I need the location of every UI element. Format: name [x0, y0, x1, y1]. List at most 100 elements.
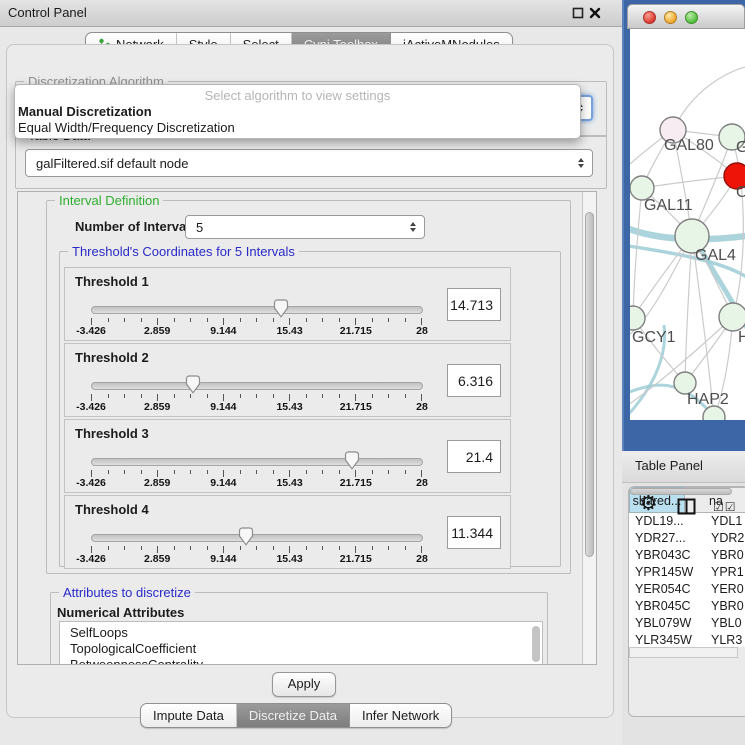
checkbox-filter-icon[interactable]: ☑☑ — [713, 500, 737, 514]
tab-discretize-data[interactable]: Discretize Data — [236, 704, 349, 727]
table-data-combobox-value: galFiltered.sif default node — [36, 156, 188, 171]
table-row[interactable]: YPR145WYPR1 — [629, 564, 745, 581]
tick-mark — [190, 546, 191, 550]
table-row[interactable]: YBR043CYBR0 — [629, 547, 745, 564]
cell-name[interactable]: YER0 — [705, 581, 744, 598]
minimize-traffic-light-icon[interactable] — [664, 11, 677, 24]
tick-mark — [421, 546, 422, 553]
threshold-slider-handle[interactable] — [273, 299, 289, 318]
threshold-panel: Threshold 1 -3.4262.8599.14415.4321.7152… — [64, 267, 511, 341]
table-horizontal-scrollbar[interactable] — [629, 647, 738, 658]
threshold-slider-track[interactable] — [91, 306, 423, 314]
threshold-slider-track[interactable] — [91, 458, 423, 466]
cell-name[interactable]: YPR1 — [705, 564, 744, 581]
cell-shared-name[interactable]: YER054C — [629, 581, 705, 598]
column-layout-icon[interactable] — [677, 498, 696, 515]
cell-shared-name[interactable]: YPR145W — [629, 564, 705, 581]
threshold-value-field[interactable]: 21.4 — [447, 440, 501, 473]
threshold-slider-handle[interactable] — [344, 451, 360, 470]
attribute-list-item[interactable]: SelfLoops — [60, 622, 542, 641]
cell-shared-name[interactable]: YBL079W — [629, 615, 705, 632]
threshold-slider-track[interactable] — [91, 382, 423, 390]
tab-label: Infer Network — [362, 708, 439, 723]
tick-mark — [190, 470, 191, 474]
cell-name[interactable]: YLR3 — [705, 632, 742, 647]
table-row[interactable]: YLR345WYLR3 — [629, 632, 745, 647]
tick-label: -3.426 — [76, 401, 106, 413]
table-panel-titlebar: Table Panel — [622, 451, 745, 483]
network-node-label: C — [736, 184, 745, 201]
settings-scrollbar-thumb[interactable] — [585, 212, 594, 557]
tick-mark — [207, 470, 208, 474]
tick-label: 28 — [416, 401, 428, 413]
tick-label: 9.144 — [210, 477, 236, 489]
tick-label: -3.426 — [76, 477, 106, 489]
cell-name[interactable]: YBR0 — [705, 598, 744, 615]
tick-mark — [108, 470, 109, 474]
attribute-list-item[interactable]: TopologicalCoefficient — [60, 641, 542, 657]
tick-mark — [174, 394, 175, 398]
table-data-combobox[interactable]: galFiltered.sif default node — [25, 149, 593, 177]
cell-shared-name[interactable]: YLR345W — [629, 632, 705, 647]
tick-mark — [174, 546, 175, 550]
float-window-icon[interactable] — [572, 7, 584, 19]
tab-impute-data[interactable]: Impute Data — [141, 704, 236, 727]
network-edge[interactable] — [642, 176, 737, 188]
tick-mark — [223, 318, 224, 325]
tick-mark — [141, 394, 142, 398]
tick-label: -3.426 — [76, 325, 106, 337]
cell-name[interactable]: YBR0 — [705, 547, 744, 564]
gear-icon[interactable]: ⚙ — [639, 493, 658, 515]
zoom-traffic-light-icon[interactable] — [685, 11, 698, 24]
network-edge[interactable] — [673, 65, 745, 130]
table-row[interactable]: YBR045CYBR0 — [629, 598, 745, 615]
tab-infer-network[interactable]: Infer Network — [349, 704, 451, 727]
tick-mark — [405, 394, 406, 398]
algorithm-option-equal-width-frequency[interactable]: Equal Width/Frequency Discretization — [18, 120, 235, 135]
threshold-slider-handle[interactable] — [238, 527, 254, 546]
cell-shared-name[interactable]: YDR27... — [629, 530, 705, 547]
threshold-slider-tick-labels: -3.4262.8599.14415.4321.71528 — [91, 477, 422, 489]
tick-mark — [174, 470, 175, 474]
tick-mark — [355, 394, 356, 401]
table-row[interactable]: YDL19...YDL1 — [629, 513, 745, 530]
cell-name[interactable]: YBL0 — [705, 615, 742, 632]
thresholds-group: Threshold's Coordinates for 5 Intervals … — [59, 251, 561, 567]
tick-mark — [372, 318, 373, 322]
table-row[interactable]: YDR27...YDR2 — [629, 530, 745, 547]
network-node-h[interactable] — [719, 303, 745, 331]
cell-name[interactable]: YDL1 — [705, 513, 742, 530]
cell-shared-name[interactable]: YBR043C — [629, 547, 705, 564]
combo-arrows-icon — [410, 222, 416, 232]
cell-shared-name[interactable]: YBR045C — [629, 598, 705, 615]
algorithm-option-manual-discretization[interactable]: Manual Discretization — [18, 104, 152, 119]
network-node-gcy1[interactable] — [630, 306, 645, 330]
threshold-value-field[interactable]: 11.344 — [447, 516, 501, 549]
tick-mark — [273, 546, 274, 550]
network-canvas[interactable]: GAL80GACGAL11GAL4GCY1HHAP2 — [630, 29, 745, 420]
table-row[interactable]: YBL079WYBL0 — [629, 615, 745, 632]
threshold-value-field[interactable]: 14.713 — [447, 288, 501, 321]
table-row[interactable]: YER054CYER0 — [629, 581, 745, 598]
threshold-value-field[interactable]: 6.316 — [447, 364, 501, 397]
tick-mark — [91, 470, 92, 477]
threshold-slider-track[interactable] — [91, 534, 423, 542]
attributes-list-scrollbar[interactable] — [532, 626, 540, 662]
close-icon[interactable] — [589, 7, 601, 19]
threshold-slider-handle[interactable] — [185, 375, 201, 394]
network-edge[interactable] — [633, 188, 642, 318]
tick-label: 2.859 — [144, 401, 170, 413]
settings-scrollbar[interactable] — [582, 192, 596, 664]
bottom-tab-bar: Impute Data Discretize Data Infer Network — [140, 703, 452, 728]
attribute-list-item[interactable]: BetweennessCentrality — [60, 657, 542, 665]
number-of-intervals-combobox[interactable]: 5 — [185, 215, 425, 239]
close-traffic-light-icon[interactable] — [643, 11, 656, 24]
tab-label: Discretize Data — [249, 708, 337, 723]
cell-shared-name[interactable]: YDL19... — [629, 513, 705, 530]
tick-mark — [405, 546, 406, 550]
numerical-attributes-list[interactable]: SelfLoopsTopologicalCoefficientBetweenne… — [59, 621, 543, 665]
apply-button[interactable]: Apply — [272, 672, 336, 697]
table-horizontal-scrollbar-thumb[interactable] — [630, 488, 732, 495]
tick-mark — [289, 470, 290, 477]
cell-name[interactable]: YDR2 — [705, 530, 744, 547]
